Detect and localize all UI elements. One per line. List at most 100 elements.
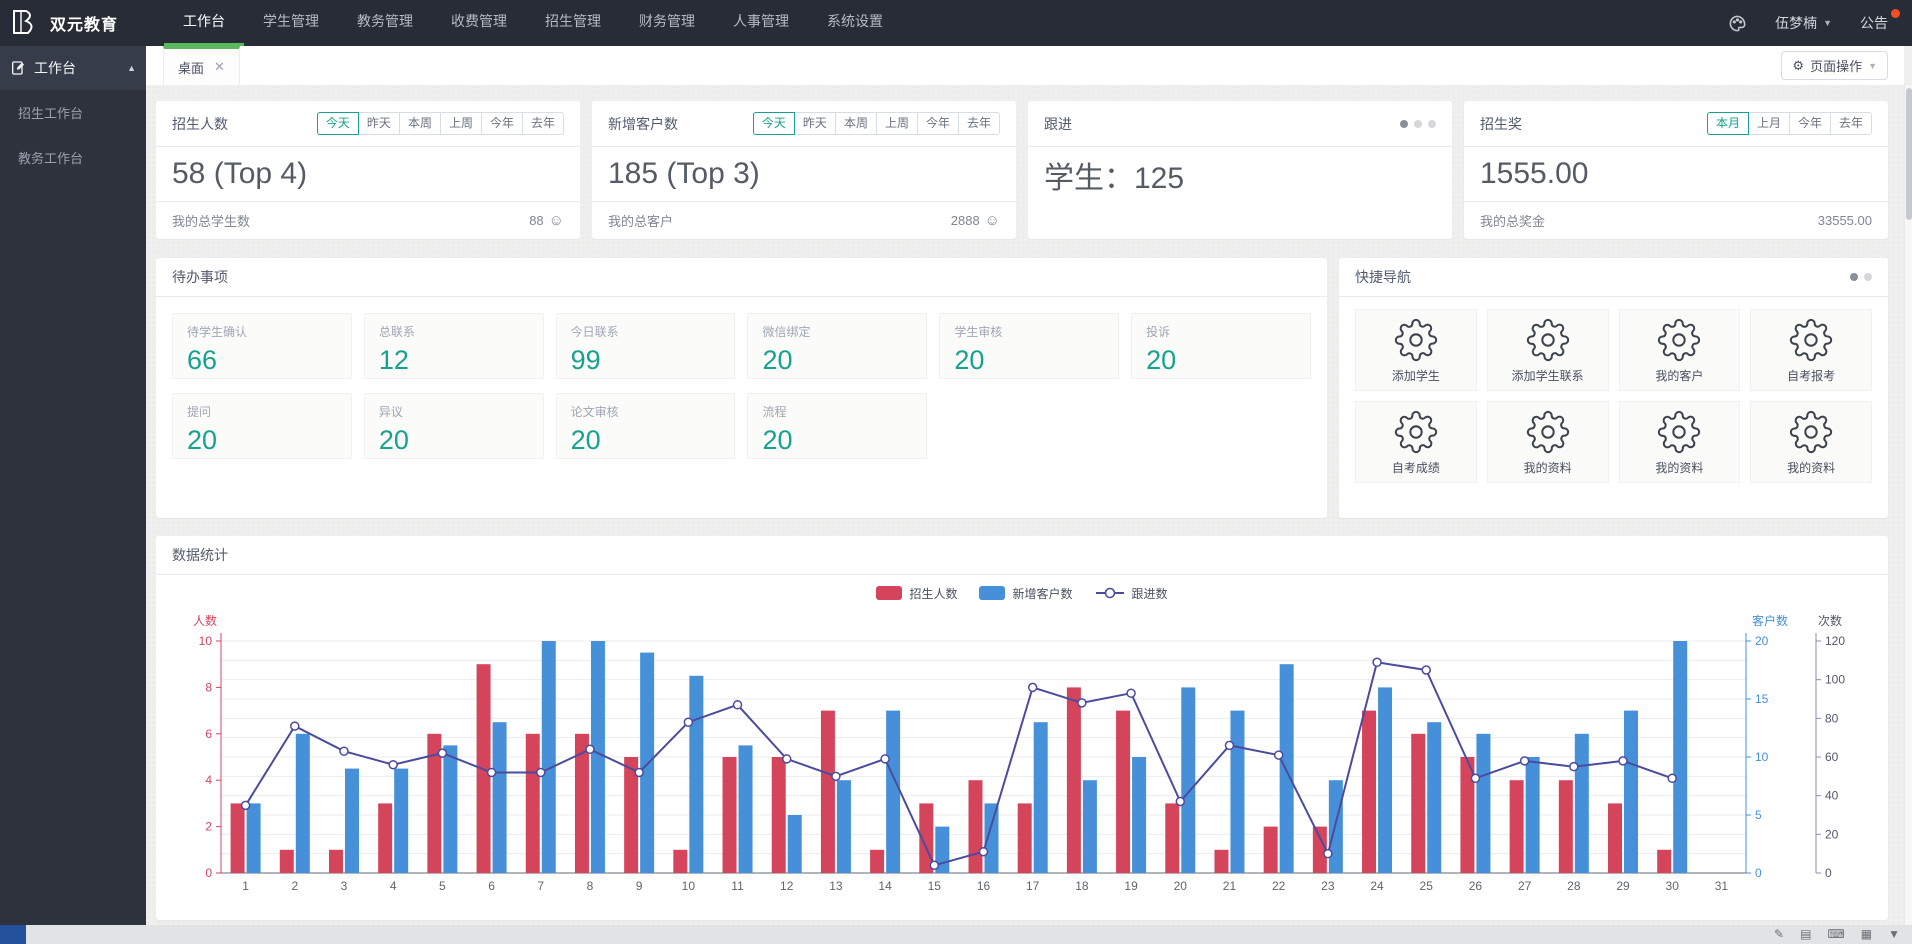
carousel-dot[interactable] bbox=[1850, 273, 1858, 281]
bar-新增客户数-21[interactable] bbox=[1230, 711, 1244, 873]
point-跟进数-14[interactable] bbox=[881, 755, 889, 763]
keyboard-icon[interactable]: ⌨ bbox=[1827, 925, 1844, 944]
bar-新增客户数-13[interactable] bbox=[837, 780, 851, 873]
nav-item-学生管理[interactable]: 学生管理 bbox=[244, 0, 338, 46]
filter-button-上周[interactable]: 上周 bbox=[440, 112, 482, 135]
legend-item-跟进数[interactable]: 跟进数 bbox=[1095, 585, 1168, 602]
point-跟进数-9[interactable] bbox=[635, 768, 643, 776]
bar-招生人数-14[interactable] bbox=[870, 850, 884, 873]
bar-招生人数-28[interactable] bbox=[1559, 780, 1573, 873]
palette-icon[interactable] bbox=[1728, 14, 1747, 33]
bar-招生人数-3[interactable] bbox=[329, 850, 343, 873]
nav-item-财务管理[interactable]: 财务管理 bbox=[620, 0, 714, 46]
point-跟进数-1[interactable] bbox=[242, 801, 250, 809]
todo-item-总联系[interactable]: 总联系12 bbox=[364, 313, 544, 379]
point-跟进数-6[interactable] bbox=[488, 768, 496, 776]
bar-招生人数-13[interactable] bbox=[821, 711, 835, 873]
bar-招生人数-29[interactable] bbox=[1608, 803, 1622, 873]
bar-招生人数-11[interactable] bbox=[723, 757, 737, 873]
bar-招生人数-1[interactable] bbox=[231, 803, 245, 873]
user-menu[interactable]: 伍梦楠 ▼ bbox=[1775, 13, 1832, 33]
filter-button-去年[interactable]: 去年 bbox=[958, 112, 1000, 135]
point-跟进数-22[interactable] bbox=[1275, 751, 1283, 759]
todo-item-论文审核[interactable]: 论文审核20 bbox=[556, 393, 736, 459]
point-跟进数-21[interactable] bbox=[1225, 741, 1233, 749]
todo-item-学生审核[interactable]: 学生审核20 bbox=[939, 313, 1119, 379]
todo-item-今日联系[interactable]: 今日联系99 bbox=[556, 313, 736, 379]
point-跟进数-3[interactable] bbox=[340, 747, 348, 755]
carousel-dot[interactable] bbox=[1400, 120, 1408, 128]
bar-新增客户数-4[interactable] bbox=[394, 769, 408, 873]
bar-招生人数-12[interactable] bbox=[772, 757, 786, 873]
filter-button-今年[interactable]: 今年 bbox=[1789, 112, 1831, 135]
point-跟进数-16[interactable] bbox=[980, 848, 988, 856]
filter-button-今天[interactable]: 今天 bbox=[753, 112, 795, 135]
tab-desktop[interactable]: 桌面 ✕ bbox=[163, 46, 240, 85]
todo-item-流程[interactable]: 流程20 bbox=[747, 393, 927, 459]
grid-icon[interactable]: ▦ bbox=[1861, 925, 1872, 944]
collapse-arrow-icon[interactable]: ▼ bbox=[1888, 925, 1900, 944]
point-跟进数-10[interactable] bbox=[684, 718, 692, 726]
bar-招生人数-24[interactable] bbox=[1362, 711, 1376, 873]
bar-招生人数-4[interactable] bbox=[378, 803, 392, 873]
bar-新增客户数-26[interactable] bbox=[1476, 734, 1490, 873]
app-logo[interactable]: 双元教育 bbox=[0, 7, 150, 39]
point-跟进数-20[interactable] bbox=[1176, 797, 1184, 805]
point-跟进数-11[interactable] bbox=[734, 701, 742, 709]
nav-item-工作台[interactable]: 工作台 bbox=[164, 0, 244, 46]
panel-icon[interactable]: ▤ bbox=[1800, 925, 1811, 944]
nav-item-招生管理[interactable]: 招生管理 bbox=[526, 0, 620, 46]
quick-nav-item-添加学生[interactable]: 添加学生 bbox=[1355, 309, 1477, 391]
carousel-dot[interactable] bbox=[1428, 120, 1436, 128]
quick-nav-item-我的资料[interactable]: 我的资料 bbox=[1487, 401, 1609, 483]
point-跟进数-17[interactable] bbox=[1029, 683, 1037, 691]
bar-新增客户数-19[interactable] bbox=[1132, 757, 1146, 873]
todo-item-投诉[interactable]: 投诉20 bbox=[1131, 313, 1311, 379]
point-跟进数-8[interactable] bbox=[586, 745, 594, 753]
bar-新增客户数-22[interactable] bbox=[1280, 664, 1294, 873]
filter-button-本周[interactable]: 本周 bbox=[835, 112, 877, 135]
bar-新增客户数-14[interactable] bbox=[886, 711, 900, 873]
bar-新增客户数-9[interactable] bbox=[640, 653, 654, 873]
bar-招生人数-20[interactable] bbox=[1165, 803, 1179, 873]
bar-新增客户数-17[interactable] bbox=[1034, 722, 1048, 873]
filter-button-今年[interactable]: 今年 bbox=[481, 112, 523, 135]
sidebar-group-workbench[interactable]: 工作台 ▲ bbox=[0, 46, 146, 90]
point-跟进数-30[interactable] bbox=[1668, 774, 1676, 782]
quick-nav-item-自考报考[interactable]: 自考报考 bbox=[1750, 309, 1872, 391]
sidebar-item-招生工作台[interactable]: 招生工作台 bbox=[0, 90, 146, 135]
filter-button-昨天[interactable]: 昨天 bbox=[358, 112, 400, 135]
point-跟进数-25[interactable] bbox=[1422, 666, 1430, 674]
filter-button-本月[interactable]: 本月 bbox=[1707, 112, 1749, 135]
nav-item-教务管理[interactable]: 教务管理 bbox=[338, 0, 432, 46]
quick-nav-item-我的资料[interactable]: 我的资料 bbox=[1619, 401, 1741, 483]
bar-招生人数-7[interactable] bbox=[526, 734, 540, 873]
bar-招生人数-30[interactable] bbox=[1657, 850, 1671, 873]
bar-新增客户数-24[interactable] bbox=[1378, 687, 1392, 873]
bar-招生人数-16[interactable] bbox=[969, 780, 983, 873]
announcement-button[interactable]: 公告 bbox=[1860, 13, 1898, 33]
bar-招生人数-18[interactable] bbox=[1067, 687, 1081, 873]
quick-nav-item-我的客户[interactable]: 我的客户 bbox=[1619, 309, 1741, 391]
bar-招生人数-17[interactable] bbox=[1018, 803, 1032, 873]
sidebar-item-教务工作台[interactable]: 教务工作台 bbox=[0, 135, 146, 180]
bar-新增客户数-10[interactable] bbox=[689, 676, 703, 873]
nav-item-人事管理[interactable]: 人事管理 bbox=[714, 0, 808, 46]
bar-新增客户数-11[interactable] bbox=[739, 745, 753, 873]
point-跟进数-26[interactable] bbox=[1471, 774, 1479, 782]
filter-button-本周[interactable]: 本周 bbox=[399, 112, 441, 135]
bar-招生人数-26[interactable] bbox=[1460, 757, 1474, 873]
pencil-icon[interactable]: ✎ bbox=[1774, 925, 1784, 944]
filter-button-上月[interactable]: 上月 bbox=[1748, 112, 1790, 135]
todo-item-微信绑定[interactable]: 微信绑定20 bbox=[747, 313, 927, 379]
point-跟进数-2[interactable] bbox=[291, 722, 299, 730]
bar-新增客户数-20[interactable] bbox=[1181, 687, 1195, 873]
quick-nav-item-自考成绩[interactable]: 自考成绩 bbox=[1355, 401, 1477, 483]
todo-item-待学生确认[interactable]: 待学生确认66 bbox=[172, 313, 352, 379]
bar-新增客户数-25[interactable] bbox=[1427, 722, 1441, 873]
point-跟进数-13[interactable] bbox=[832, 772, 840, 780]
bar-新增客户数-8[interactable] bbox=[591, 641, 605, 873]
page-actions-button[interactable]: ⚙ 页面操作 ▼ bbox=[1781, 51, 1888, 80]
legend-item-招生人数[interactable]: 招生人数 bbox=[876, 585, 957, 602]
filter-button-去年[interactable]: 去年 bbox=[1830, 112, 1872, 135]
